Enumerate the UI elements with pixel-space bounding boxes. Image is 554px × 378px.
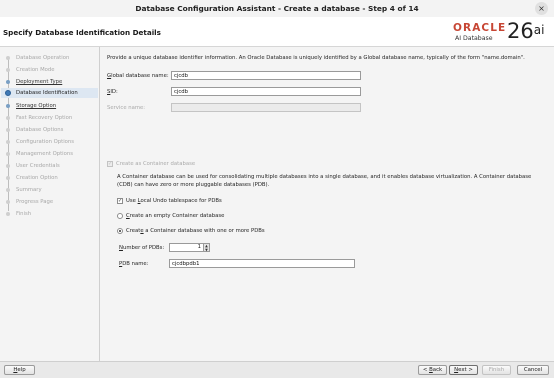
oracle-logo: ORACLE bbox=[453, 22, 507, 34]
page-title: Specify Database Identification Details bbox=[3, 28, 161, 37]
title-bar: Database Configuration Assistant - Creat… bbox=[0, 0, 554, 18]
button-label: ack bbox=[432, 367, 443, 373]
intro-text: Provide a unique database identifier inf… bbox=[107, 55, 525, 61]
empty-container-radio[interactable] bbox=[117, 213, 123, 219]
service-name-label: Service name: bbox=[107, 105, 146, 111]
step-progress-page: Progress Page bbox=[4, 197, 98, 207]
step-label: Summary bbox=[16, 187, 42, 193]
step-label: Database Options bbox=[16, 127, 64, 133]
label-text: DB name: bbox=[122, 261, 149, 267]
cancel-button[interactable]: Cancel bbox=[517, 365, 549, 375]
step-label: User Credentials bbox=[16, 163, 60, 169]
num-pdbs-label: Number of PDBs: bbox=[119, 245, 164, 251]
step-database-operation: Database Operation bbox=[4, 53, 98, 63]
num-pdbs-value[interactable]: 1 bbox=[169, 243, 204, 252]
step-database-options: Database Options bbox=[4, 125, 98, 135]
step-dot-icon bbox=[6, 104, 10, 108]
page-header: Specify Database Identification Details … bbox=[0, 17, 554, 47]
step-label: Configuration Options bbox=[16, 139, 75, 145]
step-creation-option: Creation Option bbox=[4, 173, 98, 183]
step-label: Creation Mode bbox=[16, 67, 55, 73]
close-icon[interactable]: × bbox=[535, 2, 548, 15]
label-text: ocal Undo tablespace for PDBs bbox=[140, 198, 222, 204]
step-deployment-type[interactable]: Deployment Type bbox=[4, 77, 98, 87]
window-title: Database Configuration Assistant - Creat… bbox=[135, 4, 419, 13]
local-undo-label[interactable]: Use Local Undo tablespace for PDBs bbox=[126, 198, 222, 204]
label-text: Use bbox=[126, 198, 138, 204]
step-dot-icon bbox=[6, 116, 10, 120]
step-configuration-options: Configuration Options bbox=[4, 137, 98, 147]
sid-input[interactable] bbox=[171, 87, 361, 96]
main-panel: Provide a unique database identifier inf… bbox=[100, 47, 554, 361]
steps-sidebar: Database Operation Creation Mode Deploym… bbox=[0, 47, 100, 361]
decrement-arrow-icon[interactable]: ▼ bbox=[204, 248, 209, 252]
step-dot-icon bbox=[6, 212, 10, 216]
label-text: a Container database with one or more PD… bbox=[143, 228, 265, 234]
step-label: Database Identification bbox=[16, 90, 78, 96]
release-logo: 26ai bbox=[507, 20, 544, 42]
release-number: 26 bbox=[507, 19, 534, 43]
empty-container-label[interactable]: Create an empty Container database bbox=[126, 213, 224, 219]
step-label[interactable]: Deployment Type bbox=[16, 79, 62, 85]
pdb-name-input[interactable] bbox=[169, 259, 355, 268]
step-label: Progress Page bbox=[16, 199, 54, 205]
local-undo-checkbox[interactable]: ✓ bbox=[117, 198, 123, 204]
sid-label: SID: bbox=[107, 89, 118, 95]
label-text: ID: bbox=[110, 89, 118, 95]
step-label[interactable]: Storage Option bbox=[16, 103, 56, 109]
step-label: Finish bbox=[16, 211, 32, 217]
container-db-label: Create as Container database bbox=[116, 161, 196, 167]
step-creation-mode: Creation Mode bbox=[4, 65, 98, 75]
step-dot-icon bbox=[6, 152, 10, 156]
back-button[interactable]: < Back bbox=[418, 365, 447, 375]
step-label: Management Options bbox=[16, 151, 74, 157]
container-db-checkbox: ✓ bbox=[107, 161, 113, 167]
step-dot-icon bbox=[6, 56, 10, 60]
label-text: reate an empty Container database bbox=[129, 213, 225, 219]
step-management-options: Management Options bbox=[4, 149, 98, 159]
step-user-credentials: User Credentials bbox=[4, 161, 98, 171]
release-suffix: ai bbox=[533, 23, 545, 37]
label-text: umber of PDBs: bbox=[122, 245, 165, 251]
service-name-input bbox=[171, 103, 361, 112]
step-dot-icon bbox=[6, 188, 10, 192]
step-label: Creation Option bbox=[16, 175, 58, 181]
step-dot-icon bbox=[6, 128, 10, 132]
product-name: AI Database bbox=[455, 35, 493, 42]
current-step-icon bbox=[5, 90, 11, 96]
step-dot-icon bbox=[6, 164, 10, 168]
container-with-pdbs-radio[interactable] bbox=[117, 228, 123, 234]
step-finish: Finish bbox=[4, 209, 98, 219]
step-dot-icon bbox=[6, 176, 10, 180]
next-button[interactable]: Next > bbox=[449, 365, 478, 375]
finish-button: Finish bbox=[482, 365, 511, 375]
global-db-name-label: Global database name: bbox=[107, 73, 169, 79]
dbca-window: Database Configuration Assistant - Creat… bbox=[0, 0, 554, 378]
help-button[interactable]: Help bbox=[4, 365, 35, 375]
label-text: lobal database name: bbox=[111, 73, 169, 79]
step-fast-recovery-option: Fast Recovery Option bbox=[4, 113, 98, 123]
num-pdbs-spinner[interactable]: 1 ▲ ▼ bbox=[169, 243, 210, 252]
global-db-name-input[interactable] bbox=[171, 71, 361, 80]
button-label: ext > bbox=[458, 367, 473, 373]
step-dot-icon bbox=[6, 80, 10, 84]
button-label: elp bbox=[17, 367, 26, 373]
button-bar: Help < Back Next > Finish Cancel bbox=[0, 361, 554, 378]
container-db-description: A Container database can be used for con… bbox=[117, 174, 532, 188]
step-dot-icon bbox=[6, 140, 10, 144]
step-database-identification: Database Identification bbox=[1, 88, 98, 98]
label-text: Creat bbox=[126, 228, 141, 234]
container-with-pdbs-label[interactable]: Create a Container database with one or … bbox=[126, 228, 265, 234]
step-label: Database Operation bbox=[16, 55, 70, 61]
step-dot-icon bbox=[6, 200, 10, 204]
step-storage-option[interactable]: Storage Option bbox=[4, 101, 98, 111]
step-dot-icon bbox=[6, 68, 10, 72]
pdb-name-label: PDB name: bbox=[119, 261, 148, 267]
step-label: Fast Recovery Option bbox=[16, 115, 73, 121]
step-summary: Summary bbox=[4, 185, 98, 195]
spinner-arrows[interactable]: ▲ ▼ bbox=[204, 243, 210, 252]
